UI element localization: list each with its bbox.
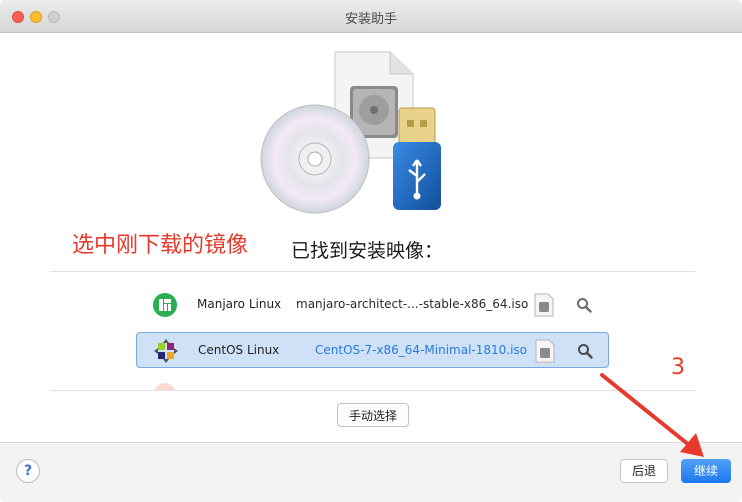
window-title: 安装助手 xyxy=(344,12,397,27)
image-row-manjaro[interactable]: Manjaro Linux manjaro-architect-...-stab… xyxy=(136,287,609,323)
help-button[interactable]: ? xyxy=(16,459,40,483)
manjaro-logo-icon xyxy=(153,293,177,317)
centos-logo-icon xyxy=(154,339,178,363)
usb-drive-icon xyxy=(393,107,441,210)
image-os-name: CentOS Linux xyxy=(198,343,280,357)
image-os-name: Manjaro Linux xyxy=(197,297,282,311)
found-images-heading: 已找到安装映像： xyxy=(291,240,444,262)
list-divider xyxy=(50,271,695,272)
os-logo-icon xyxy=(154,383,176,390)
manual-select-button[interactable]: 手动选择 xyxy=(337,403,409,427)
image-row-hidden[interactable] xyxy=(136,376,609,390)
image-iso-filename: CentOS-7-x86_64-Minimal-1810.iso xyxy=(315,343,528,357)
disk-image-icon xyxy=(535,339,555,363)
annotation-arrow-icon xyxy=(600,373,704,457)
install-media-illustration xyxy=(260,51,441,214)
magnifier-icon[interactable] xyxy=(577,343,593,359)
cd-icon xyxy=(260,104,370,214)
magnifier-icon[interactable] xyxy=(576,297,592,313)
image-row-centos[interactable]: CentOS Linux CentOS-7-x86_64-Minimal-181… xyxy=(136,332,609,368)
disk-image-icon xyxy=(534,293,554,317)
image-iso-filename: manjaro-architect-...-stable-x86_64.iso xyxy=(296,297,529,311)
title-bar: 安装助手 xyxy=(0,0,742,33)
installer-window: 安装助手 选中刚下载的镜像 已找到安装映像： Manjaro Linux man… xyxy=(0,0,742,502)
annotation-label: 选中刚下载的镜像 xyxy=(72,233,249,258)
